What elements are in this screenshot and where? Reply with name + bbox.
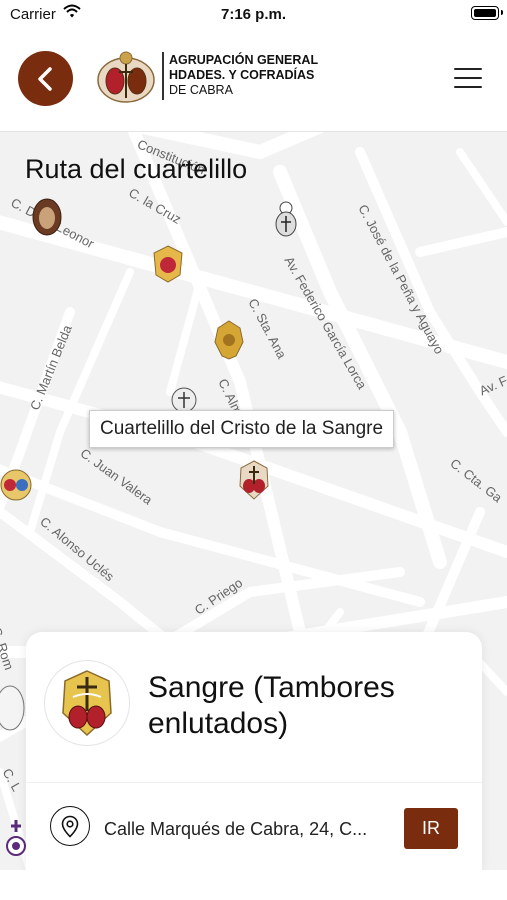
back-button[interactable] [18,51,73,106]
brand-line-3: DE CABRA [169,83,233,97]
location-pin-icon [50,806,90,846]
status-bar: Carrier 7:16 p.m. [0,0,507,28]
map-marker-crest[interactable] [4,818,28,863]
brand-line-1: AGRUPACIÓN GENERAL [169,53,319,67]
card-divider [26,782,482,783]
hermandad-name: Sangre (Tambores enlutados) [148,671,395,740]
hermandad-info-card: Sangre (Tambores enlutados) Calle Marqué… [26,632,482,870]
map-marker-crest[interactable] [214,320,244,365]
route-title: Ruta del cuartelillo [25,154,248,184]
brand-line-2: HDADES. Y COFRADÍAS [169,68,315,82]
map-marker-crest[interactable] [274,200,298,243]
map-marker-crest[interactable] [0,684,26,737]
bottom-area [0,870,507,900]
menu-button[interactable] [452,68,484,90]
app-header: AGRUPACIÓN GENERAL HDADES. Y COFRADÍAS D… [0,28,507,132]
brand-name: AGRUPACIÓN GENERAL HDADES. Y COFRADÍAS D… [169,53,318,98]
hermandad-avatar [44,660,130,746]
map-marker-crest[interactable] [32,198,62,241]
map-marker-crest[interactable] [152,245,184,288]
menu-icon [454,68,482,70]
address-text: Calle Marqués de Cabra, 24, C... [104,819,368,839]
back-arrow-icon [38,67,52,91]
status-time: 7:16 p.m. [220,6,287,23]
marker-tooltip: Cuartelillo del Cristo de la Sangre [89,410,395,448]
brand-crest-logo [95,50,157,106]
map-marker-crest-selected[interactable] [238,460,270,505]
map-marker-crest[interactable] [0,468,32,507]
go-button[interactable]: IR [404,808,458,849]
battery-icon [471,6,503,20]
logo-separator [162,52,164,100]
